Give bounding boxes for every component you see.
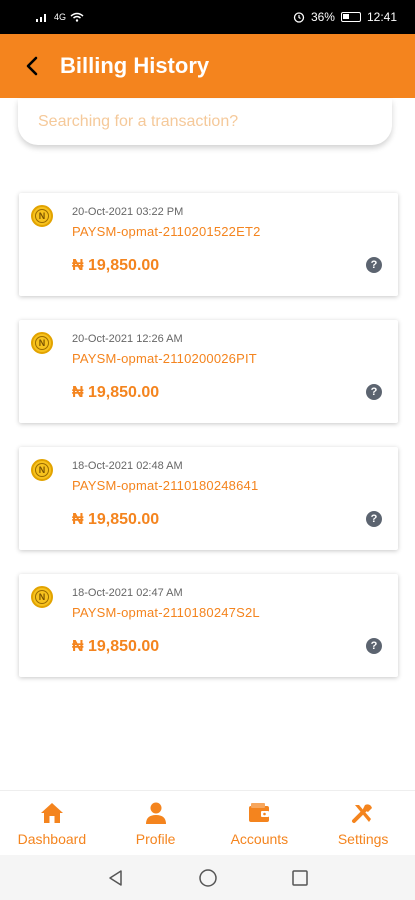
system-home-button[interactable] [197, 867, 219, 889]
transaction-card[interactable]: N 18-Oct-2021 02:47 AM PAYSM-opmat-21101… [19, 574, 398, 677]
transaction-amount: ₦ 19,850.00 [72, 638, 160, 655]
system-navigation [0, 855, 415, 900]
search-input[interactable] [38, 113, 372, 131]
help-icon[interactable]: ? [366, 638, 382, 654]
nav-label: Settings [337, 831, 389, 847]
page-title: Billing History [60, 53, 210, 78]
nav-settings[interactable]: Settings [313, 791, 413, 847]
transaction-reference: PAYSM-opmat-2110180247S2L [72, 605, 260, 620]
square-recents-icon [291, 869, 308, 886]
nav-label: Dashboard [17, 831, 87, 847]
alarm-icon [293, 12, 305, 23]
transaction-reference: PAYSM-opmat-2110201522ET2 [72, 224, 261, 239]
transaction-card[interactable]: N 18-Oct-2021 02:48 AM PAYSM-opmat-21101… [19, 447, 398, 550]
system-back-button[interactable] [105, 867, 127, 889]
wifi-icon [70, 12, 84, 22]
nav-dashboard[interactable]: Dashboard [2, 791, 102, 847]
transaction-card[interactable]: N 20-Oct-2021 03:22 PM PAYSM-opmat-21102… [19, 193, 398, 296]
naira-coin-icon: N [31, 205, 53, 227]
triangle-back-icon [108, 869, 122, 886]
transaction-date: 18-Oct-2021 02:47 AM [72, 587, 183, 599]
back-button[interactable] [12, 46, 52, 86]
back-arrow-icon [26, 56, 38, 76]
coin-symbol: N [35, 336, 49, 350]
transaction-date: 20-Oct-2021 03:22 PM [72, 206, 184, 218]
coin-symbol: N [35, 463, 49, 477]
status-bar: 4G 36% 12:41 [0, 0, 415, 34]
wallet-icon [249, 803, 270, 822]
bottom-navigation: Dashboard Profile Accounts Settings [0, 790, 415, 854]
signal-icon [36, 14, 46, 22]
network-type: 4G [54, 12, 67, 22]
naira-coin-icon: N [31, 586, 53, 608]
nav-profile[interactable]: Profile [106, 791, 206, 847]
naira-coin-icon: N [31, 332, 53, 354]
nav-label: Accounts [230, 831, 289, 847]
circle-home-icon [198, 868, 217, 887]
transaction-reference: PAYSM-opmat-2110200026PIT [72, 351, 257, 366]
signal-indicators: 4G [36, 12, 84, 22]
app-bar: Billing History [0, 34, 415, 98]
help-icon[interactable]: ? [366, 511, 382, 527]
status-right: 36% 12:41 [293, 10, 397, 24]
transaction-amount: ₦ 19,850.00 [72, 384, 160, 401]
help-icon[interactable]: ? [366, 257, 382, 273]
transaction-list: N 20-Oct-2021 03:22 PM PAYSM-opmat-21102… [19, 193, 398, 701]
transaction-amount: ₦ 19,850.00 [72, 257, 160, 274]
battery-percent: 36% [310, 10, 335, 24]
home-icon [40, 803, 63, 823]
system-recents-button[interactable] [289, 867, 311, 889]
search-bar [18, 99, 392, 145]
person-icon [145, 802, 166, 824]
transaction-amount: ₦ 19,850.00 [72, 511, 160, 528]
transaction-date: 18-Oct-2021 02:48 AM [72, 460, 183, 472]
transaction-date: 20-Oct-2021 12:26 AM [72, 333, 183, 345]
coin-symbol: N [35, 590, 49, 604]
transaction-card[interactable]: N 20-Oct-2021 12:26 AM PAYSM-opmat-21102… [19, 320, 398, 423]
battery-icon [340, 12, 361, 22]
transaction-reference: PAYSM-opmat-2110180248641 [72, 478, 259, 493]
tools-icon [352, 804, 373, 823]
nav-label: Profile [135, 831, 176, 847]
help-icon[interactable]: ? [366, 384, 382, 400]
coin-symbol: N [35, 209, 49, 223]
nav-accounts[interactable]: Accounts [209, 791, 309, 847]
naira-coin-icon: N [31, 459, 53, 481]
clock: 12:41 [366, 10, 397, 24]
